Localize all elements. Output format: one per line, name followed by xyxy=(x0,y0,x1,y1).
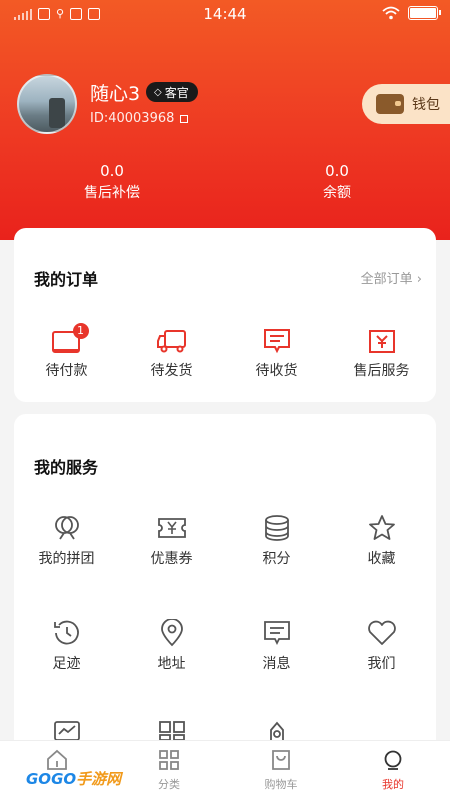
service-label: 我们 xyxy=(367,656,396,672)
service-label: 优惠券 xyxy=(150,551,193,567)
user-id: ID:40003968 xyxy=(90,111,189,126)
tab-label: 购物车 xyxy=(264,778,298,791)
wallet-button[interactable]: 钱包 xyxy=(362,84,450,124)
battery-icon xyxy=(408,6,441,20)
user-id-text: ID:40003968 xyxy=(90,111,175,126)
category-icon xyxy=(159,750,179,770)
group-buy-icon xyxy=(54,516,79,540)
tab-label: 我的 xyxy=(382,778,404,791)
service-settings[interactable] xyxy=(224,720,329,740)
tab-category[interactable]: 分类 xyxy=(129,749,209,792)
diamond-icon: ◇ xyxy=(154,86,162,98)
tab-label: 分类 xyxy=(158,778,180,791)
service-chart[interactable] xyxy=(14,720,119,740)
location-pin-icon xyxy=(160,619,183,647)
stat-label: 余额 xyxy=(323,185,351,201)
order-pending-receipt[interactable]: 待收货 xyxy=(224,328,329,380)
tab-profile[interactable]: 我的 xyxy=(353,749,433,792)
all-orders-link[interactable]: 全部订单 › xyxy=(361,268,422,287)
yen-return-icon xyxy=(368,330,395,353)
order-label: 售后服务 xyxy=(353,363,410,379)
member-badge: ◇ 客官 xyxy=(146,82,198,102)
service-history[interactable]: 足迹 xyxy=(14,619,119,673)
message-icon xyxy=(263,621,290,646)
truck-icon xyxy=(156,330,186,353)
status-bar: ⚲ 14:44 xyxy=(0,0,450,30)
service-coupon[interactable]: 优惠券 xyxy=(119,514,224,568)
stat-label: 售后补偿 xyxy=(84,185,140,201)
avatar[interactable] xyxy=(17,74,77,134)
order-after-sales[interactable]: 售后服务 xyxy=(329,328,434,380)
username: 随心3 xyxy=(90,83,141,105)
watermark-logo: GOGO手游网 xyxy=(26,768,121,789)
service-label: 我的拼团 xyxy=(38,551,95,567)
profile-icon xyxy=(384,750,402,770)
order-badge: 1 xyxy=(72,323,89,339)
order-label: 待收货 xyxy=(255,363,298,379)
history-icon xyxy=(53,620,79,645)
cart-icon xyxy=(272,750,290,770)
service-about-us[interactable]: 我们 xyxy=(329,619,434,673)
stat-compensation[interactable]: 0.0 售后补偿 xyxy=(52,162,172,202)
service-messages[interactable]: 消息 xyxy=(224,619,329,673)
wallet-card-icon: 1 xyxy=(51,323,89,354)
service-group-buy[interactable]: 我的拼团 xyxy=(14,514,119,568)
service-label: 消息 xyxy=(262,656,291,672)
stat-value: 0.0 xyxy=(325,162,349,180)
service-label: 足迹 xyxy=(52,656,81,672)
coins-icon xyxy=(264,515,289,541)
order-pending-shipment[interactable]: 待发货 xyxy=(119,328,224,380)
watermark-part2: 手游网 xyxy=(76,770,122,788)
order-label: 待付款 xyxy=(45,363,88,379)
order-label: 待发货 xyxy=(150,363,193,379)
service-label: 收藏 xyxy=(367,551,396,567)
service-points[interactable]: 积分 xyxy=(224,514,329,568)
member-badge-label: 客官 xyxy=(164,85,189,100)
service-address[interactable]: 地址 xyxy=(119,619,224,673)
copy-icon[interactable] xyxy=(180,114,189,123)
star-icon xyxy=(368,515,395,540)
chart-icon xyxy=(53,721,80,740)
stat-balance[interactable]: 0.0 余额 xyxy=(277,162,397,202)
service-favorites[interactable]: 收藏 xyxy=(329,514,434,568)
order-pending-payment[interactable]: 1 待付款 xyxy=(14,323,119,380)
service-grid[interactable] xyxy=(119,720,224,740)
wallet-icon xyxy=(376,94,404,114)
wifi-icon xyxy=(382,6,400,20)
service-label: 积分 xyxy=(262,551,291,567)
heart-icon xyxy=(367,620,396,645)
stat-value: 0.0 xyxy=(100,162,124,180)
watermark-part1: GOGO xyxy=(26,770,77,788)
grid-icon xyxy=(158,721,185,740)
wallet-label: 钱包 xyxy=(412,97,440,113)
message-box-icon xyxy=(263,329,290,354)
orders-card: 我的订单 全部订单 › 1 待付款 待发货 待收货 售后服务 xyxy=(14,228,436,402)
settings-icon xyxy=(269,721,284,740)
services-title: 我的服务 xyxy=(34,458,99,477)
status-icons-right xyxy=(382,6,441,20)
tab-cart[interactable]: 购物车 xyxy=(241,749,321,792)
service-label: 地址 xyxy=(157,656,186,672)
services-card: 我的服务 我的拼团 优惠券 积分 收藏 足迹 地址 消息 我们 xyxy=(14,414,436,754)
coupon-icon xyxy=(157,518,186,538)
orders-title: 我的订单 xyxy=(34,270,99,289)
